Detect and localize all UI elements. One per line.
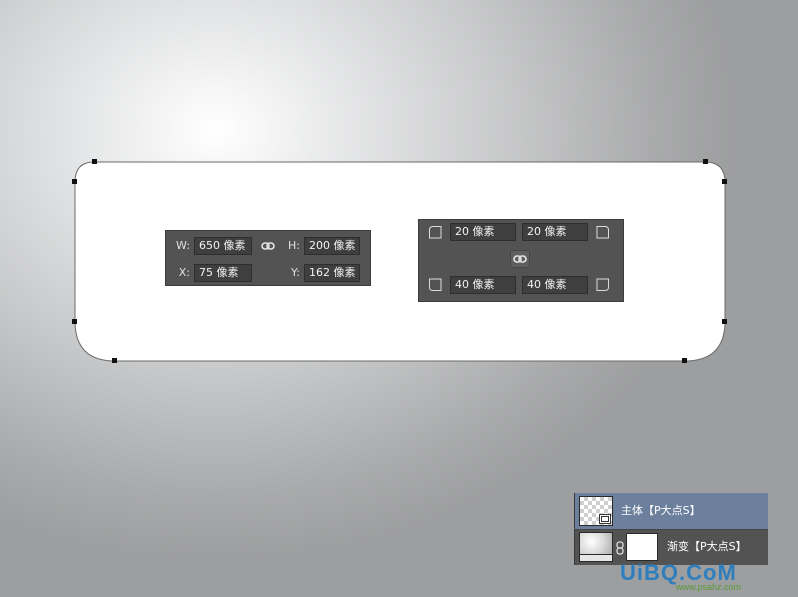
- width-field[interactable]: 650 像素: [194, 237, 252, 255]
- layers-panel: 主体【P大点S】 渐变【P大点S】: [574, 493, 768, 565]
- anchor-point: [722, 179, 727, 184]
- link-dimensions-button[interactable]: [258, 238, 276, 254]
- link-icon: [261, 242, 275, 250]
- watermark-url: www.psahz.com: [676, 582, 742, 592]
- height-field[interactable]: 200 像素: [304, 237, 360, 255]
- gradient-thumbnail: [579, 532, 613, 562]
- shape-layer-icon: [599, 514, 611, 524]
- height-label: H:: [288, 239, 300, 252]
- corner-bottom-right-field[interactable]: 40 像素: [522, 276, 588, 294]
- layer-mask-thumbnail[interactable]: [626, 533, 658, 561]
- anchor-point: [112, 358, 117, 363]
- layer-name-main[interactable]: 主体【P大点S】: [621, 504, 701, 518]
- anchor-point: [72, 179, 77, 184]
- transform-properties-panel: W: 650 像素 H: 200 像素 X: 75 像素 Y: 162 像素: [165, 230, 371, 286]
- corner-top-right-icon: [596, 226, 609, 239]
- layer-name-gradient[interactable]: 渐变【P大点S】: [667, 540, 747, 554]
- corner-bottom-right-icon: [596, 278, 609, 291]
- anchor-point: [703, 159, 708, 164]
- anchor-point: [92, 159, 97, 164]
- corner-top-right-field[interactable]: 20 像素: [522, 223, 588, 241]
- chain-link-icon[interactable]: [616, 541, 624, 555]
- transparent-shape-thumbnail: [579, 496, 613, 526]
- y-label: Y:: [291, 266, 300, 279]
- link-icon: [513, 255, 527, 263]
- corner-top-left-icon: [429, 226, 442, 239]
- y-position-field[interactable]: 162 像素: [304, 264, 360, 282]
- x-label: X:: [178, 266, 190, 279]
- layer-row-main[interactable]: 主体【P大点S】: [575, 493, 768, 529]
- anchor-point: [682, 358, 687, 363]
- gradient-adjustment-icon: [580, 554, 612, 561]
- corner-bottom-left-field[interactable]: 40 像素: [450, 276, 516, 294]
- x-position-field[interactable]: 75 像素: [194, 264, 252, 282]
- width-label: W:: [176, 239, 190, 252]
- link-corners-button[interactable]: [510, 250, 530, 268]
- corner-radius-panel: 20 像素 20 像素 40 像素 40 像素: [418, 219, 624, 302]
- anchor-point: [722, 319, 727, 324]
- corner-top-left-field[interactable]: 20 像素: [450, 223, 516, 241]
- anchor-point: [72, 319, 77, 324]
- corner-bottom-left-icon: [429, 278, 442, 291]
